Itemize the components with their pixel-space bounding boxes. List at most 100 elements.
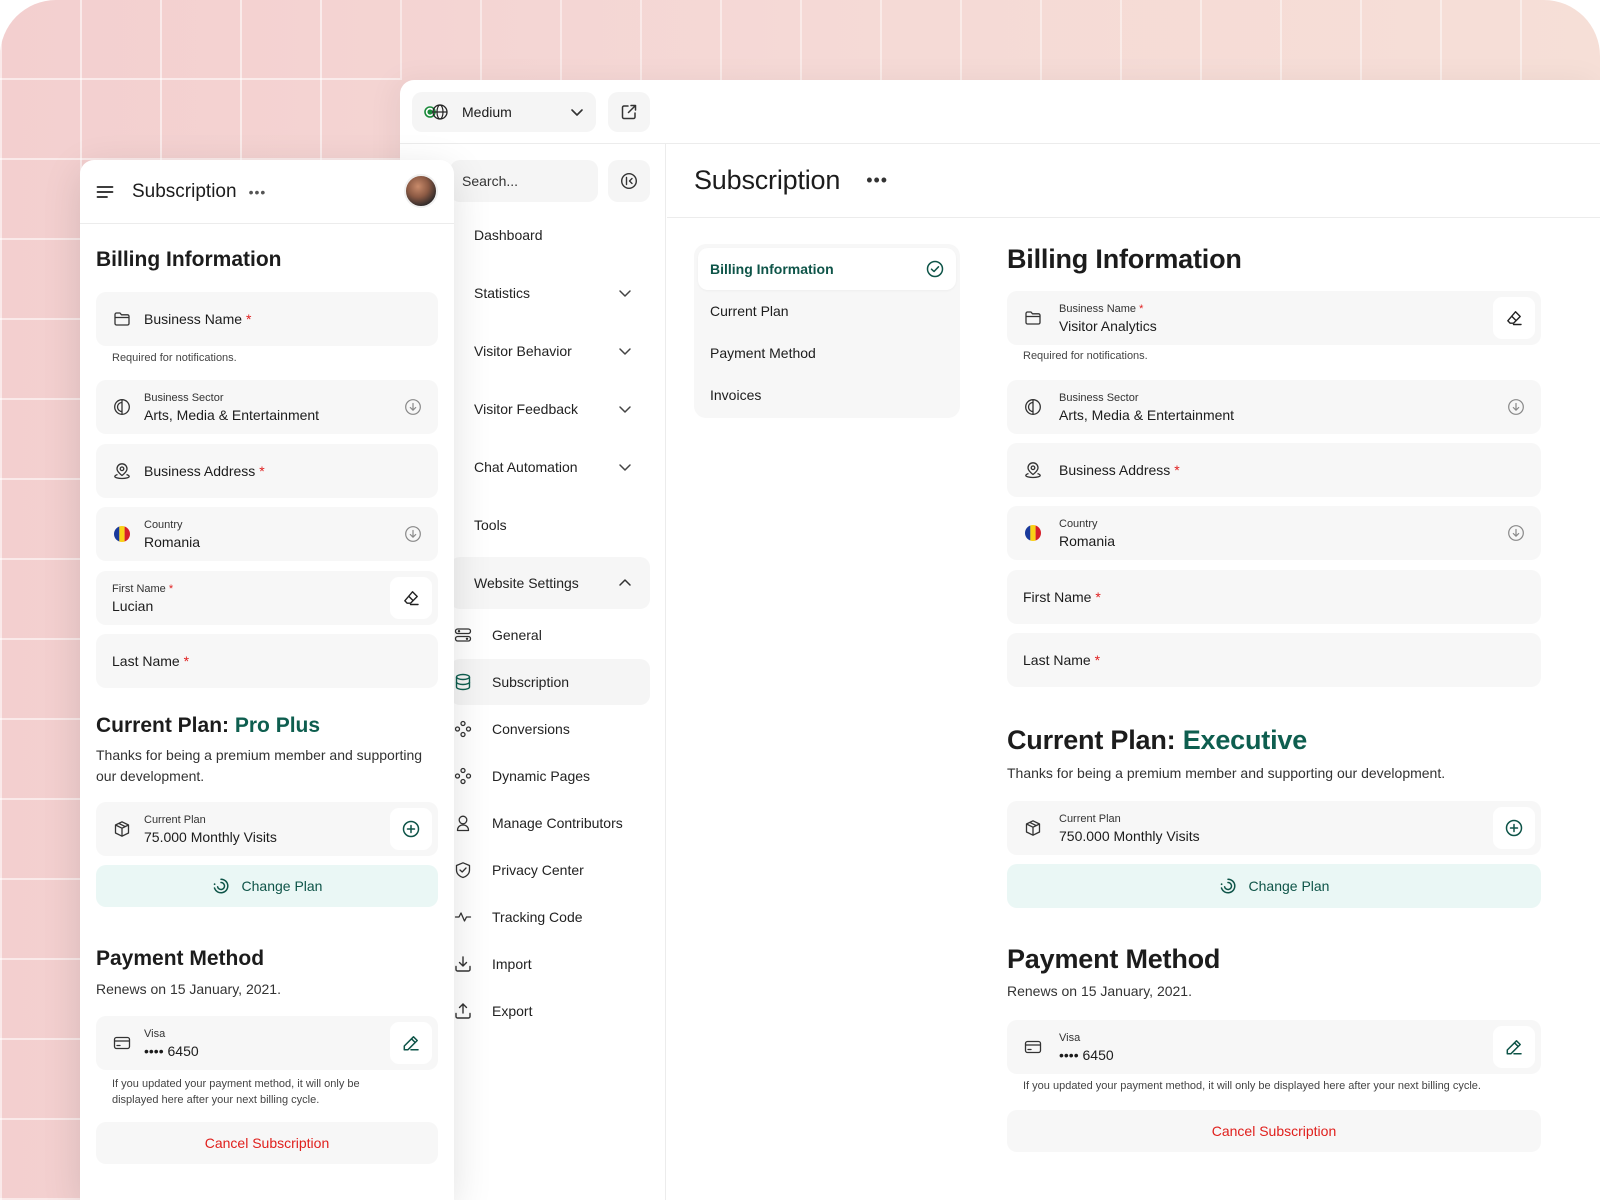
cancel-subscription-button[interactable]: Cancel Subscription — [1007, 1110, 1541, 1152]
eraser-icon — [1505, 309, 1523, 327]
download-icon — [454, 955, 474, 973]
required-mark: * — [183, 653, 190, 669]
section-nav-label: Invoices — [710, 387, 762, 403]
country-select[interactable]: Country Romania — [1007, 506, 1541, 560]
mobile-more-options-button[interactable]: ••• — [249, 184, 267, 200]
chevron-down-icon — [570, 105, 584, 119]
romania-flag-icon — [112, 525, 132, 543]
sidebar-subitem-label: Privacy Center — [492, 862, 584, 878]
first-name-label-wrap: First Name * — [1023, 589, 1541, 605]
mobile-first-name-label: First Name — [112, 582, 166, 595]
arrow-down-circle-icon — [404, 398, 422, 416]
sidebar-item-website-settings[interactable]: Website Settings — [450, 557, 650, 609]
mobile-current-plan-heading: Current Plan: Pro Plus — [96, 714, 320, 738]
sidebar-subitem-dynamic-pages[interactable]: Dynamic Pages — [450, 753, 650, 799]
business-address-label: Business Address — [1059, 462, 1171, 478]
upgrade-plan-button[interactable] — [390, 808, 432, 850]
mobile-payment-card-body: Visa •••• 6450 — [144, 1028, 390, 1059]
sidebar-subitem-label: Conversions — [492, 721, 570, 737]
mobile-first-name-value: Lucian — [112, 597, 154, 614]
mobile-country-body: Country Romania — [144, 519, 404, 550]
sidebar-subitem-subscription[interactable]: Subscription — [450, 659, 650, 705]
payment-card-body: Visa •••• 6450 — [1059, 1032, 1493, 1063]
business-address-field[interactable]: Business Address * — [1007, 443, 1541, 497]
required-mark: * — [245, 311, 252, 327]
business-name-value: Visitor Analytics — [1059, 317, 1157, 334]
clear-field-button[interactable] — [390, 577, 432, 619]
mobile-business-address-field[interactable]: Business Address * — [96, 444, 438, 498]
payment-card-field: Visa •••• 6450 — [1007, 1020, 1541, 1074]
collapse-sidebar-button[interactable] — [608, 160, 650, 202]
section-nav-current-plan[interactable]: Current Plan — [698, 290, 956, 332]
sidebar-subitem-conversions[interactable]: Conversions — [450, 706, 650, 752]
search-input[interactable]: Search... — [450, 160, 598, 202]
avatar[interactable] — [404, 174, 438, 208]
edit-payment-button[interactable] — [1493, 1026, 1535, 1068]
required-mark: * — [1095, 589, 1101, 605]
map-pin-icon — [112, 462, 132, 480]
section-nav-invoices[interactable]: Invoices — [698, 374, 956, 416]
mobile-first-name-field[interactable]: First Name * Lucian — [96, 571, 438, 625]
chevron-down-icon — [618, 460, 632, 474]
upgrade-plan-button[interactable] — [1493, 807, 1535, 849]
sidebar-subitem-export[interactable]: Export — [450, 988, 650, 1034]
more-options-button[interactable]: ••• — [866, 170, 888, 191]
section-nav-billing-information[interactable]: Billing Information — [698, 248, 956, 290]
website-selector[interactable]: Medium — [412, 92, 596, 132]
mobile-current-plan-body: Current Plan 75.000 Monthly Visits — [144, 814, 390, 845]
sidebar-item-statistics[interactable]: Statistics — [450, 267, 650, 319]
mobile-renews-date: 15 January, 2021. — [169, 981, 281, 997]
sidebar-item-visitor-behavior[interactable]: Visitor Behavior — [450, 325, 650, 377]
change-plan-label: Change Plan — [1248, 878, 1330, 894]
sidebar-subitem-tracking-code[interactable]: Tracking Code — [450, 894, 650, 940]
mobile-cancel-subscription-button[interactable]: Cancel Subscription — [96, 1122, 438, 1164]
sidebar-subitem-privacy-center[interactable]: Privacy Center — [450, 847, 650, 893]
mobile-last-name-body: Last Name * — [112, 653, 438, 669]
folder-icon — [112, 310, 132, 328]
edit-payment-button[interactable] — [390, 1022, 432, 1064]
change-plan-button[interactable]: Change Plan — [1007, 864, 1541, 908]
sidebar-item-visitor-feedback[interactable]: Visitor Feedback — [450, 383, 650, 435]
mobile-business-sector-value: Arts, Media & Entertainment — [144, 406, 320, 423]
mobile-business-sector-select[interactable]: Business Sector Arts, Media & Entertainm… — [96, 380, 438, 434]
mobile-last-name-field[interactable]: Last Name * — [96, 634, 438, 688]
sidebar-subitem-label: Dynamic Pages — [492, 768, 591, 784]
sidebar-subitem-label: Export — [492, 1003, 533, 1019]
last-name-label-wrap: Last Name * — [1023, 652, 1541, 668]
sidebar-item-dashboard[interactable]: Dashboard — [450, 209, 650, 261]
last-name-body: Last Name * — [1023, 652, 1541, 668]
sidebar-item-label: Website Settings — [474, 575, 579, 591]
section-nav-label: Payment Method — [710, 345, 816, 361]
mobile-country-select[interactable]: Country Romania — [96, 507, 438, 561]
sidebar-item-chat-automation[interactable]: Chat Automation — [450, 441, 650, 493]
clear-field-button[interactable] — [1493, 297, 1535, 339]
page-header: Subscription ••• — [667, 144, 1600, 218]
business-sector-body: Business Sector Arts, Media & Entertainm… — [1059, 392, 1507, 423]
last-name-field[interactable]: Last Name * — [1007, 633, 1541, 687]
business-sector-select[interactable]: Business Sector Arts, Media & Entertainm… — [1007, 380, 1541, 434]
menu-icon[interactable] — [96, 183, 114, 201]
required-mark: * — [1174, 462, 1180, 478]
mobile-change-plan-button[interactable]: Change Plan — [96, 865, 438, 907]
current-plan-body: Current Plan 750.000 Monthly Visits — [1059, 813, 1493, 844]
business-name-field[interactable]: Business Name * Visitor Analytics — [1007, 291, 1541, 345]
mobile-window: Subscription ••• Billing Information Bus… — [80, 160, 454, 1200]
first-name-field[interactable]: First Name * — [1007, 570, 1541, 624]
mobile-current-plan-description: Thanks for being a premium member and su… — [96, 747, 423, 784]
sidebar-subitem-general[interactable]: General — [450, 612, 650, 658]
mobile-current-plan-name: Pro Plus — [234, 714, 321, 737]
mobile-business-name-field[interactable]: Business Name * — [96, 292, 438, 346]
business-name-body: Business Name * Visitor Analytics — [1059, 303, 1493, 334]
open-external-button[interactable] — [608, 92, 650, 132]
card-brand-label: Visa — [1059, 1031, 1081, 1044]
sidebar-subitem-manage-contributors[interactable]: Manage Contributors — [450, 800, 650, 846]
business-sector-value: Arts, Media & Entertainment — [1059, 406, 1235, 423]
chevron-down-icon — [618, 344, 632, 358]
sidebar-subitem-import[interactable]: Import — [450, 941, 650, 987]
romania-flag-icon — [1023, 524, 1043, 542]
section-nav-payment-method[interactable]: Payment Method — [698, 332, 956, 374]
arrow-down-circle-icon — [404, 525, 422, 543]
business-address-body: Business Address * — [1059, 462, 1541, 478]
pencil-icon — [402, 1034, 420, 1052]
sidebar-item-tools[interactable]: Tools — [450, 499, 650, 551]
